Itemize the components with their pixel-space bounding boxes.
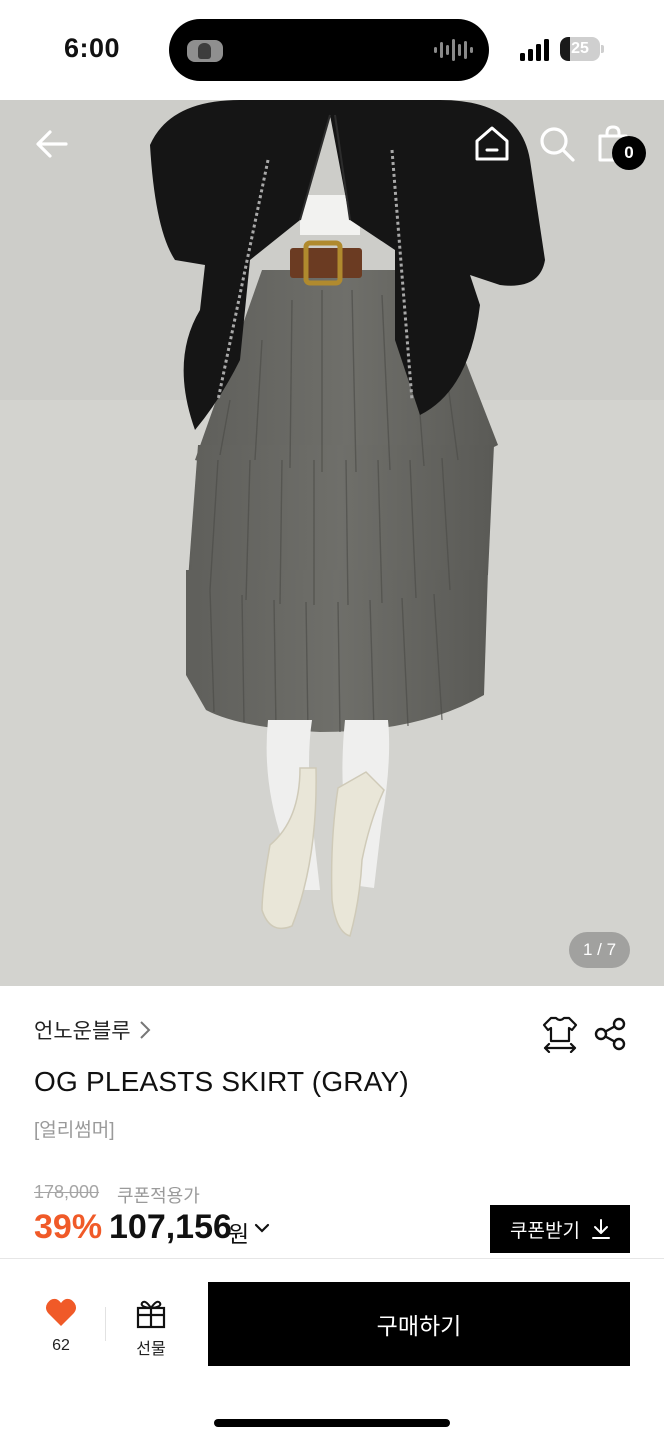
currency-unit: 원 xyxy=(228,1221,250,1247)
cart-count-badge[interactable]: 0 xyxy=(612,136,646,170)
status-bar: 6:00 25 xyxy=(0,0,664,100)
product-title: OG PLEASTS SKIRT (GRAY) xyxy=(34,1066,409,1097)
cellular-signal-icon xyxy=(520,39,549,61)
home-indicator[interactable] xyxy=(214,1419,450,1427)
product-photo xyxy=(0,100,664,986)
download-icon xyxy=(591,1219,610,1239)
like-count: 62 xyxy=(52,1337,70,1354)
chevron-right-icon xyxy=(139,1021,151,1039)
gift-icon xyxy=(136,1300,166,1329)
brand-name[interactable]: 언노운블루 xyxy=(34,1015,131,1045)
bottom-action-bar: 62 선물 구매하기 xyxy=(0,1258,664,1440)
gift-button[interactable]: 선물 xyxy=(124,1289,178,1359)
dynamic-island[interactable] xyxy=(169,19,489,81)
share-icon[interactable] xyxy=(592,1016,628,1052)
status-time: 6:00 xyxy=(64,33,121,63)
coupon-price-label: 쿠폰적용가 xyxy=(117,1186,200,1206)
season-tag: [얼리썸머] xyxy=(34,1120,115,1141)
discount-rate: 39% xyxy=(34,1208,103,1246)
back-arrow-icon[interactable] xyxy=(30,122,74,166)
chevron-down-icon[interactable] xyxy=(254,1220,270,1236)
now-playing-thumbnail xyxy=(187,40,223,62)
image-counter: 1 / 7 xyxy=(569,932,630,968)
product-image-gallery[interactable]: 0 1 / 7 xyxy=(0,100,664,986)
divider xyxy=(105,1307,106,1341)
battery-icon: 25 xyxy=(560,37,604,61)
size-guide-icon[interactable] xyxy=(540,1013,580,1053)
gift-label: 선물 xyxy=(136,1341,166,1358)
like-button[interactable]: 62 xyxy=(34,1289,88,1359)
battery-level: 25 xyxy=(571,40,589,57)
audio-waveform-icon xyxy=(434,39,473,61)
buy-button-label: 구매하기 xyxy=(376,1313,462,1339)
buy-button[interactable]: 구매하기 xyxy=(208,1282,630,1366)
get-coupon-label: 쿠폰받기 xyxy=(510,1220,580,1242)
heart-icon xyxy=(45,1298,77,1326)
search-icon[interactable] xyxy=(535,122,579,166)
original-price: 178,000 xyxy=(34,1182,100,1202)
brand-link[interactable]: 언노운블루 xyxy=(34,1016,151,1044)
home-icon[interactable] xyxy=(470,122,514,166)
get-coupon-button[interactable]: 쿠폰받기 xyxy=(490,1205,630,1253)
sale-price[interactable]: 107,156 xyxy=(109,1208,232,1247)
